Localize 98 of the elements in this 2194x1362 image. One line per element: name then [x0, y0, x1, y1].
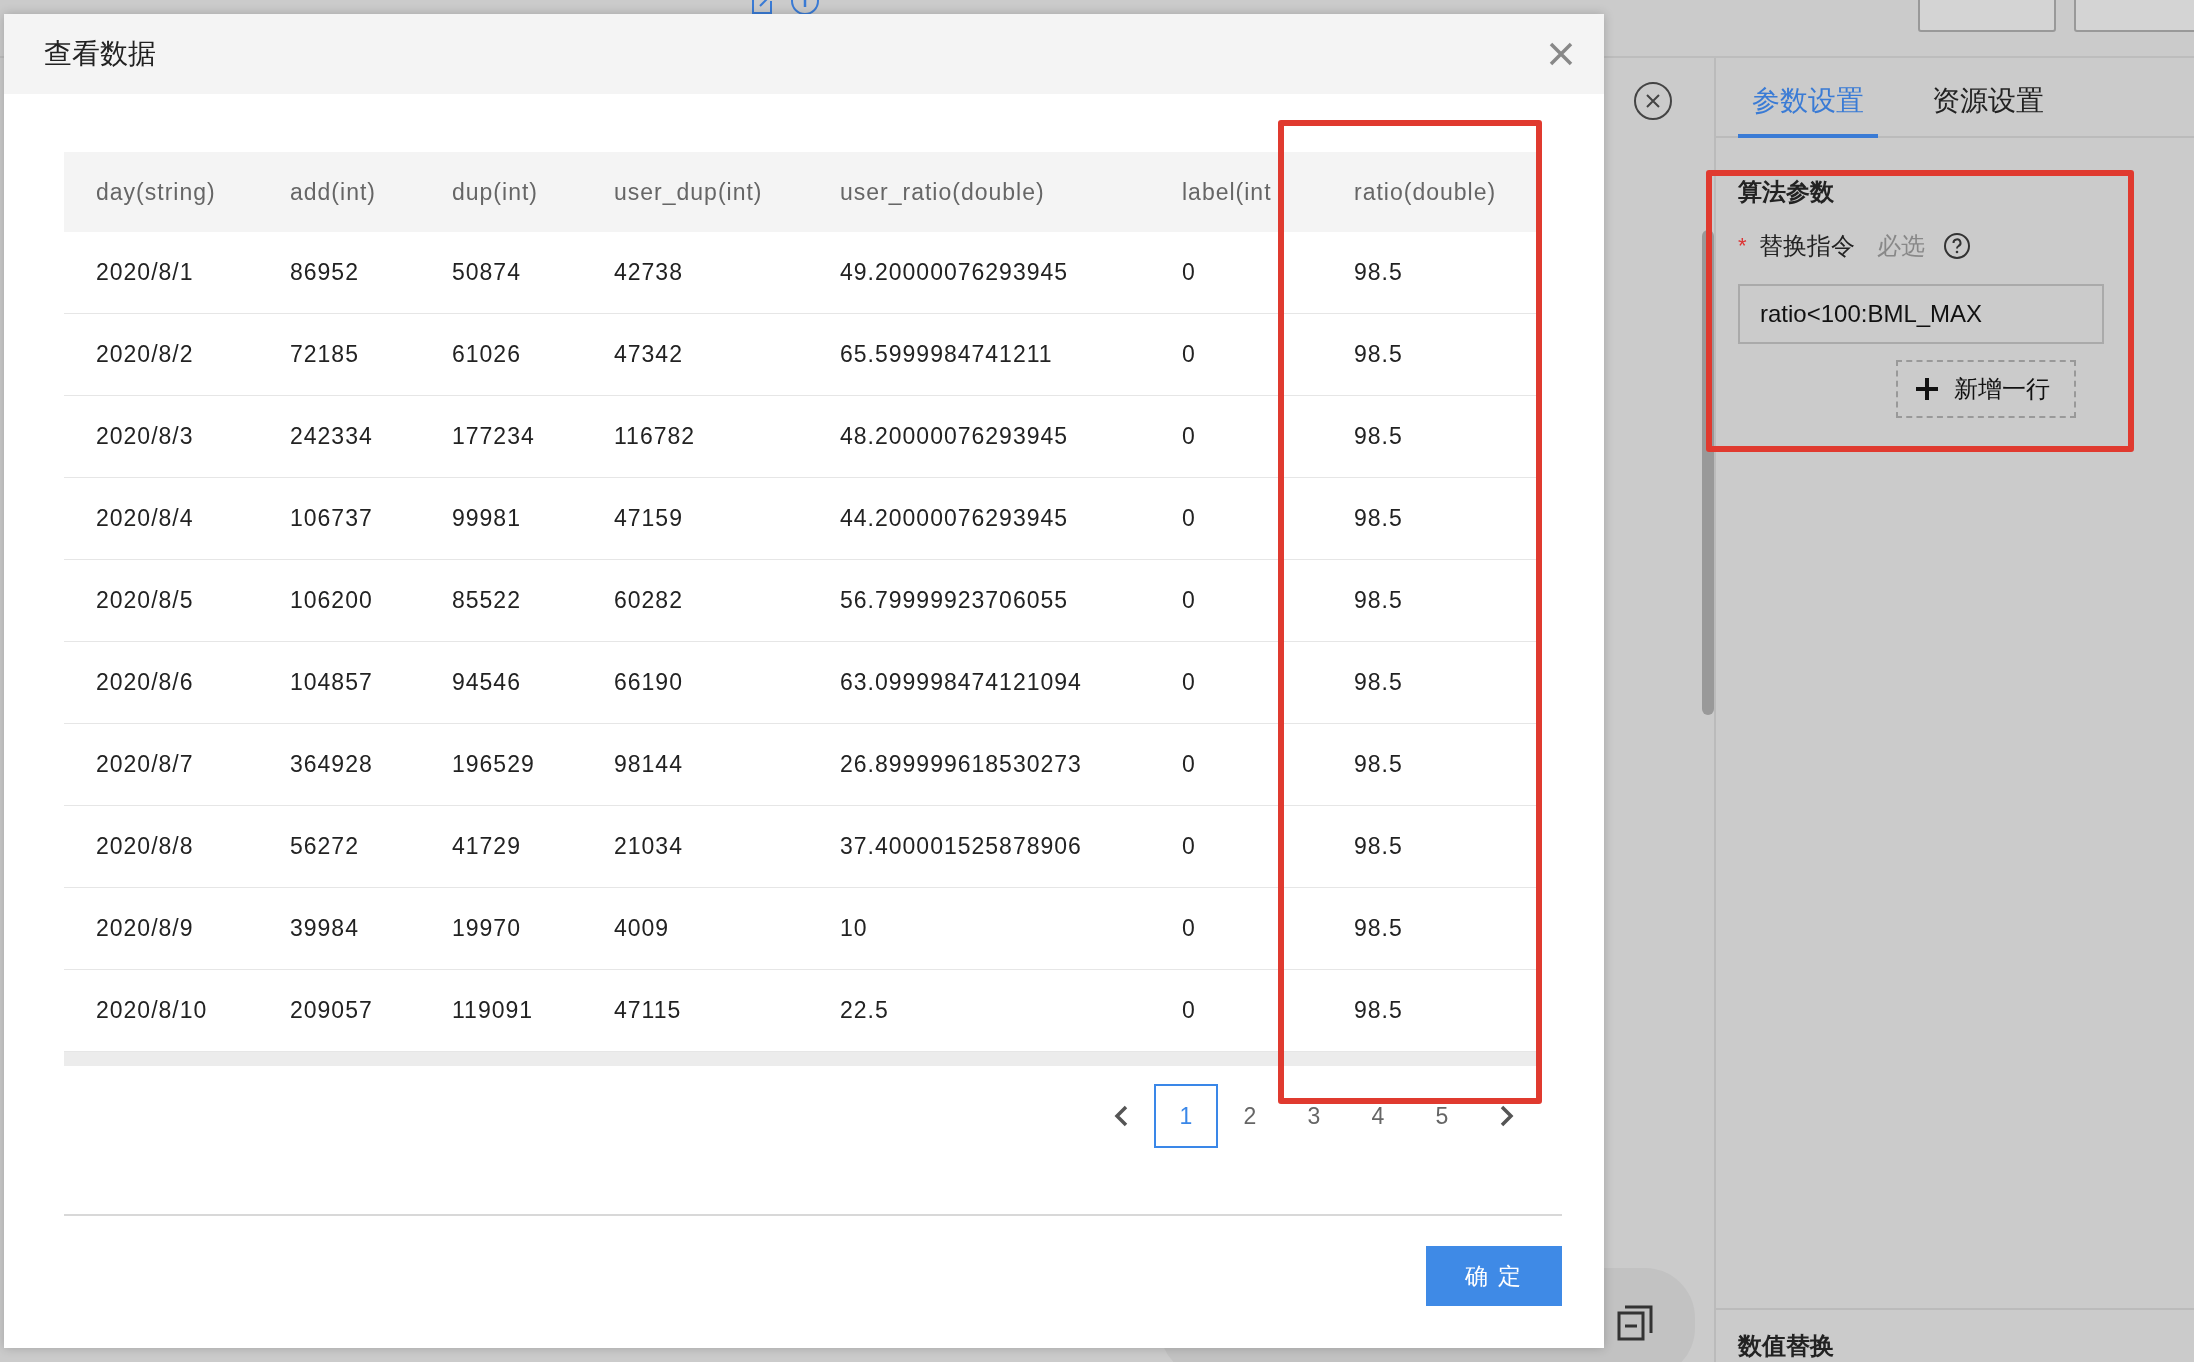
table-cell-text: 98.5	[1353, 915, 1404, 942]
help-icon[interactable]	[1942, 232, 1971, 260]
close-icon[interactable]	[1633, 81, 1673, 121]
table-cell-text: 66190	[613, 669, 684, 696]
table-cell-text: 2020/8/3	[95, 423, 195, 450]
section-title: 算法参数	[1738, 177, 1835, 207]
page-button[interactable]: 3	[1282, 1084, 1346, 1148]
table-cell-text: 60282	[613, 587, 684, 614]
table-cell-text: 41729	[451, 833, 522, 860]
table-cell-text: 19970	[451, 915, 522, 942]
table-cell-text: 0	[1181, 341, 1197, 368]
page-button[interactable]: 2	[1218, 1084, 1282, 1148]
table-cell-text: 72185	[289, 341, 360, 368]
table-cell-text: 2020/8/5	[95, 587, 195, 614]
page-button[interactable]: 5	[1410, 1084, 1474, 1148]
plus-icon	[1914, 376, 1940, 402]
table-cell-text: 106737	[289, 505, 374, 532]
table-cell-text: 47342	[613, 341, 684, 368]
table-cell-text: 47159	[613, 505, 684, 532]
table-cell-text: 42738	[613, 259, 684, 286]
tab[interactable]: 资源设置	[1918, 82, 2058, 138]
table-cell-text: 98.5	[1353, 997, 1404, 1024]
add-row-button[interactable]: 新增一行	[1896, 360, 2076, 418]
table-cell-text: 209057	[289, 997, 374, 1024]
table-cell-text: 177234	[451, 423, 536, 450]
column-header: user_dup(int)	[613, 178, 764, 206]
column-header: add(int)	[289, 178, 377, 206]
confirm-button[interactable]: 确 定	[1426, 1246, 1562, 1306]
page-button[interactable]: 1	[1154, 1084, 1218, 1148]
column-header: day(string)	[95, 178, 217, 206]
table-cell-text: 242334	[289, 423, 374, 450]
table-cell-text: 50874	[451, 259, 522, 286]
table-cell-text: 98.5	[1353, 833, 1404, 860]
input-field[interactable]: ratio<100:BML_MAX	[1738, 284, 2104, 344]
table-cell-text: 0	[1181, 915, 1197, 942]
column-header: label(int	[1181, 178, 1273, 206]
table-cell-text: 2020/8/2	[95, 341, 195, 368]
table-cell-text: 94546	[451, 669, 522, 696]
field-label: 替换指令	[1758, 231, 1855, 261]
table-cell-text: 98.5	[1353, 423, 1404, 450]
table-cell-text: 56272	[289, 833, 360, 860]
table-cell-text: 2020/8/1	[95, 259, 195, 286]
table-cell-text: 104857	[289, 669, 374, 696]
section-title: 数值替换	[1716, 1308, 2194, 1362]
table-cell-text: 85522	[451, 587, 522, 614]
table-cell-text: 63.099998474121094	[839, 669, 1083, 696]
table-cell-text: 22.5	[839, 997, 890, 1024]
table-cell-text: 0	[1181, 751, 1197, 778]
table-cell-text: 98.5	[1353, 669, 1404, 696]
table-cell-text: 2020/8/10	[95, 997, 209, 1024]
table-cell-text: 99981	[451, 505, 522, 532]
table-cell-text: 65.5999984741211	[839, 341, 1054, 368]
column-header: ratio(double)	[1353, 178, 1498, 206]
table-cell-text: 61026	[451, 341, 522, 368]
table-cell-text: 47115	[613, 997, 683, 1024]
table-cell-text: 26.899999618530273	[839, 751, 1083, 778]
horizontal-scrollbar[interactable]	[64, 1052, 1538, 1066]
table-cell-text: 0	[1181, 587, 1197, 614]
table-cell-text: 56.79999923706055	[839, 587, 1070, 614]
table-cell-text: 21034	[613, 833, 684, 860]
table-cell-text: 86952	[289, 259, 360, 286]
table-cell-text: 0	[1181, 505, 1197, 532]
table-cell-text: 2020/8/6	[95, 669, 195, 696]
table-cell-text: 37.400001525878906	[839, 833, 1083, 860]
column-header: dup(int)	[451, 178, 539, 206]
table-cell-text: 2020/8/4	[95, 505, 195, 532]
table-cell-text: 39984	[289, 915, 360, 942]
table-cell-text: 49.20000076293945	[839, 259, 1070, 286]
table-cell-text: 98.5	[1353, 751, 1404, 778]
table-cell-text: 0	[1181, 259, 1197, 286]
required-mark: *	[1738, 233, 1747, 259]
column-header: user_ratio(double)	[839, 178, 1046, 206]
table-cell-text: 119091	[451, 997, 535, 1024]
table-cell-text: 364928	[289, 751, 374, 778]
table-cell-text: 98.5	[1353, 259, 1404, 286]
table-cell-text: 98144	[613, 751, 684, 778]
table-cell-text: 116782	[613, 423, 697, 450]
table-cell-text: 98.5	[1353, 341, 1404, 368]
field-hint: 必选	[1876, 231, 1925, 261]
page-button[interactable]: 4	[1346, 1084, 1410, 1148]
table-cell-text: 0	[1181, 669, 1197, 696]
table-cell-text: 2020/8/7	[95, 751, 195, 778]
table-cell-text: 196529	[451, 751, 536, 778]
table-cell-text: 10	[839, 915, 869, 942]
table-cell-text: 0	[1181, 833, 1197, 860]
table-cell-text: 0	[1181, 997, 1197, 1024]
dialog-title: 查看数据	[44, 37, 156, 71]
table-cell-text: 2020/8/9	[95, 915, 195, 942]
table-cell-text: 44.20000076293945	[839, 505, 1070, 532]
table-cell-text: 98.5	[1353, 505, 1404, 532]
close-icon[interactable]	[1548, 41, 1574, 67]
table-cell-text: 106200	[289, 587, 374, 614]
table-cell-text: 4009	[613, 915, 671, 942]
table-cell-text: 48.20000076293945	[839, 423, 1070, 450]
table-cell-text: 0	[1181, 423, 1197, 450]
window-icon[interactable]	[1615, 1303, 1655, 1343]
table-cell-text: 98.5	[1353, 587, 1404, 614]
table-cell-text: 2020/8/8	[95, 833, 195, 860]
